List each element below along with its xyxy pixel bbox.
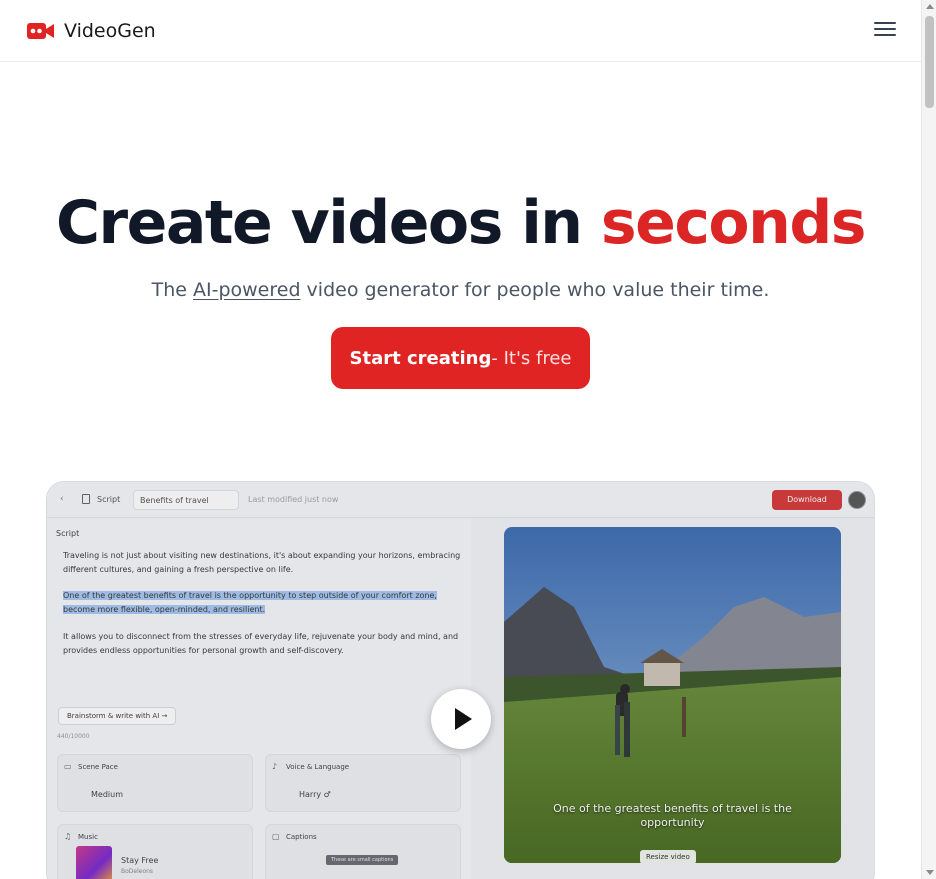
video-caption: One of the greatest benefits of travel i… <box>553 802 792 829</box>
preview-doc-title: Benefits of travel <box>133 490 239 510</box>
microphone-icon: ♪ <box>272 762 278 771</box>
voice-title: Voice & Language <box>286 763 350 771</box>
music-track: Stay Free <box>121 856 159 865</box>
hero-subtitle: The AI-powered video generator for peopl… <box>0 279 921 301</box>
scene-pace-value: Medium <box>91 790 123 799</box>
subtitle-before: The <box>151 279 193 301</box>
start-creating-button[interactable]: Start creating - It's free <box>331 327 590 389</box>
music-card: ♫ Music Stay Free BoDeleons <box>57 824 253 879</box>
play-icon <box>455 708 472 730</box>
preview-tab-script: Script <box>97 495 121 504</box>
product-preview: ‹ Script Benefits of travel Last modifie… <box>46 481 875 879</box>
music-artist: BoDeleons <box>121 868 154 875</box>
video-camera-icon <box>27 23 54 39</box>
scroll-thumb[interactable] <box>925 16 934 108</box>
voice-value: Harry ♂ <box>299 790 331 799</box>
page-scrollbar[interactable] <box>921 0 936 879</box>
script-heading: Script <box>56 529 80 538</box>
hero-title: Create videos in seconds <box>0 188 921 258</box>
resize-video-button: Resize video <box>640 850 696 863</box>
script-paragraph: It allows you to disconnect from the str… <box>63 632 459 655</box>
script-paragraph: Traveling is not just about visiting new… <box>63 551 461 574</box>
voice-language-card: ♪ Voice & Language Harry ♂ <box>265 754 461 812</box>
scroll-up-arrow-icon[interactable] <box>926 4 934 9</box>
preview-topbar: ‹ Script Benefits of travel Last modifie… <box>47 482 874 518</box>
cta-light-label: - It's free <box>491 347 572 369</box>
preview-script-panel: Script Traveling is not just about visit… <box>47 518 471 879</box>
video-thumbnail: One of the greatest benefits of travel i… <box>504 527 841 863</box>
captions-card: ▢ Captions These are small captions <box>265 824 461 879</box>
music-title: Music <box>78 833 98 841</box>
scene-pace-title: Scene Pace <box>78 763 118 771</box>
scroll-down-arrow-icon[interactable] <box>926 870 934 875</box>
play-video-button[interactable] <box>431 689 491 749</box>
music-note-icon: ♫ <box>64 832 72 841</box>
character-count: 440/10000 <box>57 733 90 740</box>
site-header: VideoGen <box>0 0 921 62</box>
preview-download-button: Download <box>772 490 842 510</box>
hero-title-accent: seconds <box>600 188 867 258</box>
captions-title: Captions <box>286 833 317 841</box>
subtitle-after: video generator for people who value the… <box>300 279 770 301</box>
captions-chip: These are small captions <box>326 855 399 865</box>
cta-strong-label: Start creating <box>349 347 492 369</box>
brand-logo[interactable]: VideoGen <box>27 20 156 42</box>
document-icon <box>82 494 90 504</box>
scene-pace-card: ▭ Scene Pace Medium <box>57 754 253 812</box>
highlighted-text: One of the greatest benefits of travel i… <box>63 591 437 614</box>
brand-name: VideoGen <box>64 20 156 42</box>
ai-powered-link[interactable]: AI-powered <box>193 279 301 301</box>
back-chevron-icon: ‹ <box>60 494 64 504</box>
preview-video-panel: One of the greatest benefits of travel i… <box>471 518 874 879</box>
captions-icon: ▢ <box>272 832 280 841</box>
brainstorm-ai-button: Brainstorm & write with AI → <box>58 707 177 725</box>
script-paragraph-highlighted: One of the greatest benefits of travel i… <box>63 589 463 616</box>
preview-modified-text: Last modified just now <box>248 495 339 504</box>
avatar <box>848 491 866 509</box>
hero-title-main: Create videos in <box>56 188 601 258</box>
hamburger-menu-icon[interactable] <box>874 22 896 40</box>
album-art <box>76 846 112 879</box>
scene-pace-icon: ▭ <box>64 762 72 771</box>
